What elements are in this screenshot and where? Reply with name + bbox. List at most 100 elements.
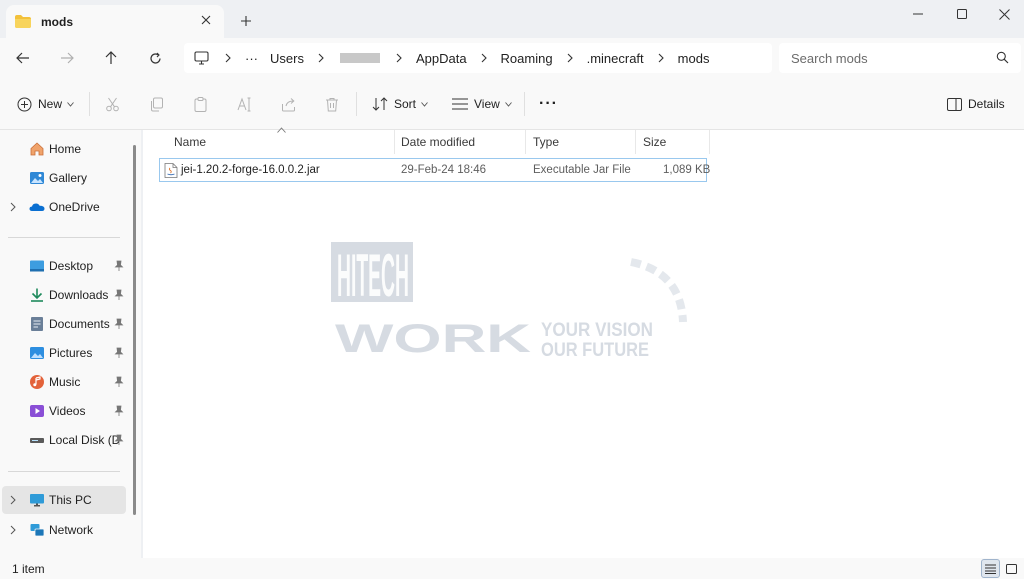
pin-icon[interactable] (114, 289, 124, 301)
file-name: jei-1.20.2-forge-16.0.0.2.jar (181, 164, 320, 176)
details-view-button[interactable] (981, 559, 1000, 578)
watermark-tagline-2: OUR FUTURE (541, 340, 649, 361)
forward-button[interactable] (53, 47, 81, 69)
close-window-button[interactable] (981, 0, 1024, 28)
computer-icon (194, 51, 209, 65)
sidebar-item-videos[interactable]: Videos (0, 397, 128, 425)
back-button[interactable] (9, 47, 37, 69)
divider (8, 237, 120, 238)
chevron-right-icon (658, 53, 664, 63)
chevron-down-icon (504, 101, 512, 107)
list-view-icon (452, 98, 468, 110)
scissors-icon (106, 97, 119, 111)
chevron-down-icon (421, 101, 428, 107)
column-header-date-modified[interactable]: Date modified (394, 130, 526, 154)
drive-icon (30, 438, 44, 443)
clipboard-icon (194, 96, 207, 112)
delete-button[interactable] (325, 92, 339, 116)
more-options-button[interactable]: ··· (539, 92, 558, 116)
search-input[interactable] (791, 50, 981, 66)
copy-icon (151, 97, 163, 111)
pin-icon[interactable] (114, 376, 124, 388)
sidebar-item-onedrive[interactable]: OneDrive (0, 193, 128, 221)
pin-icon[interactable] (114, 318, 124, 330)
share-icon (282, 97, 295, 111)
up-button[interactable] (97, 47, 125, 69)
large-icons-view-button[interactable] (1002, 559, 1021, 578)
navigation-bar: ··· Users AppData Roaming .minecraft mod… (0, 38, 1024, 78)
chevron-right-icon (567, 53, 573, 63)
details-view-icon (985, 564, 996, 574)
view-button[interactable]: View (452, 92, 512, 116)
home-icon (30, 142, 44, 156)
details-pane-button[interactable]: Details (947, 92, 1005, 116)
sidebar-item-local-disk[interactable]: Local Disk (D:) (0, 426, 128, 454)
new-tab-button[interactable] (236, 11, 256, 31)
column-header-type[interactable]: Type (526, 130, 636, 154)
file-size: 1,089 KB (663, 164, 711, 176)
sidebar-item-this-pc[interactable]: This PC (2, 486, 126, 514)
sidebar-item-home[interactable]: Home (0, 135, 128, 163)
breadcrumb-appdata[interactable]: AppData (416, 51, 467, 66)
downloads-icon (31, 288, 43, 302)
plus-icon (241, 16, 251, 26)
breadcrumb-mods[interactable]: mods (678, 51, 710, 66)
copy-button[interactable] (149, 92, 164, 116)
paste-button[interactable] (193, 92, 208, 116)
breadcrumb-overflow[interactable]: ··· (245, 51, 258, 66)
sidebar-item-desktop[interactable]: Desktop (0, 252, 128, 280)
address-bar[interactable]: ··· Users AppData Roaming .minecraft mod… (184, 43, 772, 73)
breadcrumb-users[interactable]: Users (270, 51, 304, 66)
chevron-right-icon[interactable] (9, 525, 17, 535)
refresh-button[interactable] (141, 47, 169, 69)
pin-icon[interactable] (114, 260, 124, 272)
search-icon (996, 51, 1009, 64)
tab-title: mods (41, 14, 74, 29)
chevron-right-icon (318, 53, 324, 63)
cut-button[interactable] (105, 92, 120, 116)
maximize-button[interactable] (939, 0, 985, 28)
rename-button[interactable] (237, 92, 253, 116)
watermark-line1: HITECH (337, 242, 409, 309)
more-options-icon: ··· (539, 95, 558, 112)
close-tab-button[interactable] (198, 12, 214, 28)
sidebar-item-music[interactable]: Music (0, 368, 128, 396)
details-pane-icon (947, 97, 962, 111)
watermark-line2: WORK (335, 317, 531, 361)
chevron-right-icon (396, 53, 402, 63)
column-header-size[interactable]: Size (636, 130, 710, 154)
sidebar-item-downloads[interactable]: Downloads (0, 281, 128, 309)
desktop-icon (30, 260, 44, 272)
arrow-right-icon (61, 52, 74, 64)
sort-button[interactable]: Sort (372, 92, 428, 116)
rename-icon (237, 97, 251, 111)
sidebar-item-gallery[interactable]: Gallery (0, 164, 128, 192)
item-count: 1 item (12, 562, 45, 576)
new-button[interactable]: New (17, 92, 74, 116)
pin-icon[interactable] (114, 347, 124, 359)
breadcrumb-minecraft[interactable]: .minecraft (587, 51, 644, 66)
pin-icon[interactable] (114, 434, 124, 446)
sidebar-item-network[interactable]: Network (0, 516, 128, 544)
tab-mods[interactable]: mods (6, 5, 224, 38)
search-box[interactable] (779, 43, 1021, 73)
title-bar: mods (0, 0, 1024, 40)
column-header-name[interactable]: Name (167, 130, 395, 154)
jar-file-icon (164, 163, 178, 178)
gallery-icon (30, 172, 44, 184)
chevron-right-icon[interactable] (9, 202, 17, 212)
pin-icon[interactable] (114, 405, 124, 417)
close-icon (201, 15, 211, 25)
minimize-icon (913, 13, 923, 15)
details-label: Details (968, 97, 1005, 111)
chevron-right-icon[interactable] (9, 495, 17, 505)
sidebar-item-pictures[interactable]: Pictures (0, 339, 128, 367)
breadcrumb-roaming[interactable]: Roaming (501, 51, 553, 66)
sidebar-item-documents[interactable]: Documents (0, 310, 128, 338)
minimize-button[interactable] (895, 0, 941, 28)
sidebar-scrollbar[interactable] (133, 145, 136, 515)
arrow-up-icon (105, 51, 117, 64)
share-button[interactable] (281, 92, 296, 116)
table-row[interactable]: jei-1.20.2-forge-16.0.0.2.jar 29-Feb-24 … (159, 158, 711, 182)
watermark-tagline-1: YOUR VISION (541, 320, 653, 341)
